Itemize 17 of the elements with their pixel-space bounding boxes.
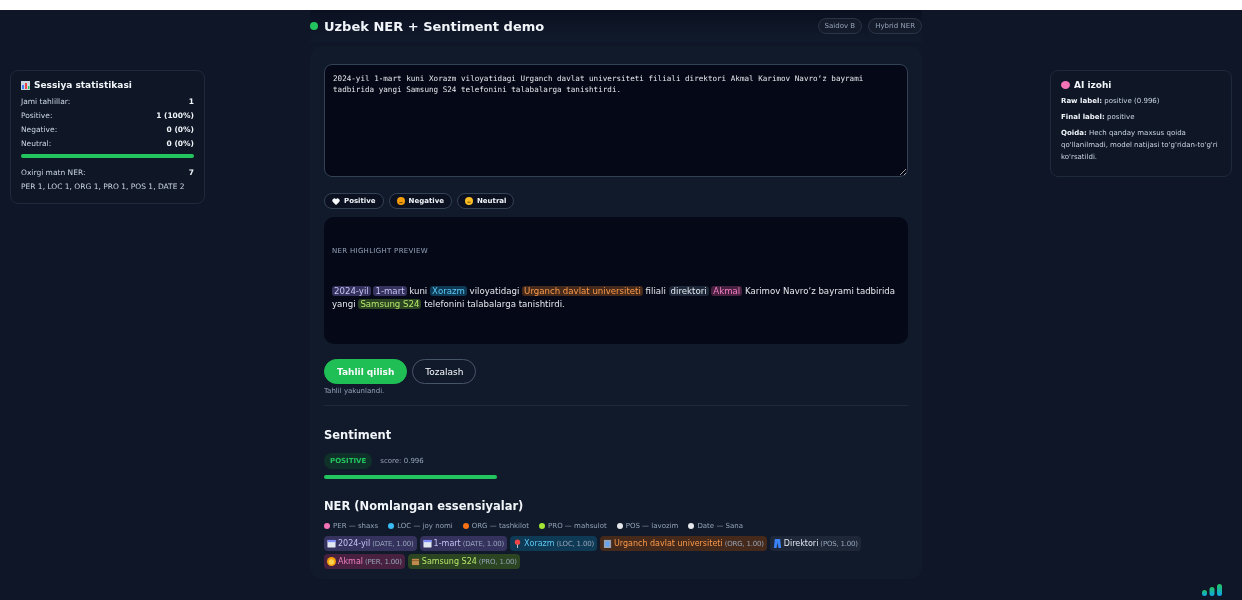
- building-icon: [602, 539, 612, 548]
- trousers-icon: [772, 539, 782, 548]
- section-title: Sentiment: [324, 428, 393, 442]
- signal-bars-icon: [1202, 584, 1222, 596]
- preview-text: 2024-yil 1-mart kuni Xorazm viloyatidagi Urganch davlat universiteti filiali direktori Akmal Karimov Navro‘z bayrami tadbirida yangi Samsung S24 telefonini talabalarga tanishtirdi.: [332, 285, 897, 311]
- package-icon: [410, 557, 420, 566]
- pin-icon: [513, 539, 523, 548]
- bar-chart-icon: [21, 80, 30, 90]
- heart-icon: [332, 197, 340, 205]
- calendar-icon: [327, 539, 336, 548]
- status-dot-icon: [310, 22, 318, 30]
- neutral-face-icon: [464, 197, 473, 205]
- section-title: NER (Nomlangan essensiyalar): [324, 499, 525, 513]
- calendar-icon: [422, 539, 432, 548]
- panel-title: AI izohi: [1074, 80, 1112, 90]
- app-title: Uzbek NER + Sentiment demo: [324, 18, 546, 34]
- panel-title: Sessiya statistikasi: [34, 80, 132, 90]
